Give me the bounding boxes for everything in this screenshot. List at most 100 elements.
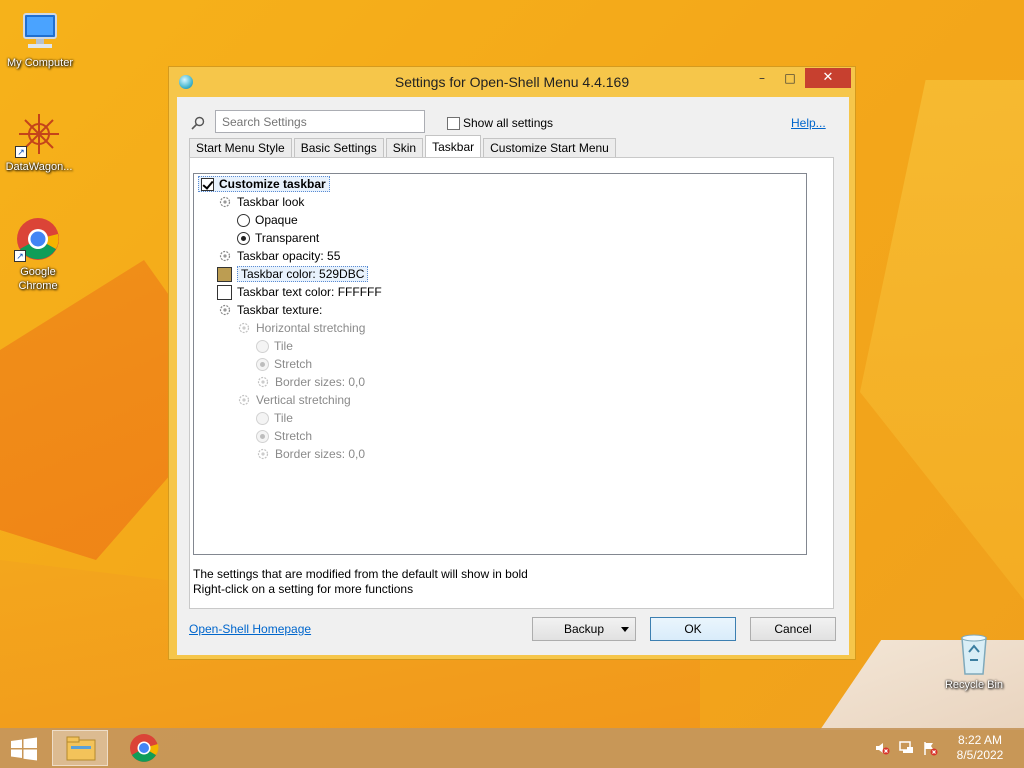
tree-item-label: Taskbar texture: (237, 303, 323, 317)
cancel-button[interactable]: Cancel (750, 617, 836, 641)
tree-item-label: Transparent (255, 231, 320, 245)
tree-item-taskbar-text-color[interactable]: Taskbar text color: FFFFFF (217, 283, 382, 301)
network-icon[interactable] (898, 740, 914, 756)
taskbar: 8:22 AM 8/5/2022 (0, 728, 1024, 768)
shortcut-arrow-icon: ↗ (15, 146, 27, 158)
volume-muted-icon[interactable] (874, 740, 890, 756)
action-center-flag-icon[interactable] (922, 740, 938, 756)
clock-time: 8:22 AM (957, 733, 1003, 747)
desktop-icon-recycle-bin[interactable]: Recycle Bin (934, 630, 1014, 691)
system-clock[interactable]: 8:22 AM 8/5/2022 (948, 733, 1012, 763)
maximize-button[interactable]: □ (777, 68, 803, 88)
tree-item-label: Horizontal stretching (256, 321, 366, 335)
title-bar[interactable]: Settings for Open-Shell Menu 4.4.169 – □… (169, 67, 855, 97)
tree-item-label: Stretch (274, 429, 313, 443)
tree-item-label: Taskbar color: 529DBC (237, 266, 369, 282)
gear-icon (219, 304, 231, 316)
chrome-icon (130, 734, 159, 762)
tree-item-taskbar-look[interactable]: Taskbar look (218, 193, 304, 211)
desktop-icon-my-computer[interactable]: My Computer (0, 8, 80, 69)
tab-taskbar[interactable]: Taskbar (425, 135, 482, 157)
tree-item-label: Border sizes: 0,0 (275, 375, 366, 389)
desktop-icon-google-chrome[interactable]: ↗ Google Chrome (0, 216, 78, 293)
desktop-icon-label: My Computer (6, 57, 74, 69)
color-swatch (217, 266, 232, 282)
info-line: Right-click on a setting for more functi… (193, 582, 414, 596)
radio-off-icon (237, 213, 250, 227)
tree-item-customize-taskbar[interactable]: Customize taskbar (198, 175, 330, 193)
tree-item-label: Tile (274, 339, 293, 353)
search-input[interactable] (215, 110, 425, 133)
radio-on-icon (237, 231, 250, 245)
settings-tree[interactable]: Customize taskbar Taskbar look Opaque Tr… (193, 173, 807, 555)
checkbox-icon (447, 116, 460, 130)
tab-basic-settings[interactable]: Basic Settings (293, 138, 384, 158)
shortcut-arrow-icon: ↗ (14, 250, 26, 262)
taskbar-file-explorer[interactable] (52, 730, 108, 766)
tree-item-label: Taskbar look (237, 195, 305, 209)
chrome-icon: ↗ (14, 216, 62, 262)
desktop-icon-label: Google Chrome (18, 266, 58, 292)
tab-start-menu-style[interactable]: Start Menu Style (189, 138, 292, 158)
windows-logo-icon (11, 737, 37, 761)
tree-item-h-tile[interactable]: Tile (256, 337, 293, 355)
radio-on-icon (256, 429, 269, 443)
checkbox-checked-icon (201, 177, 214, 191)
window-client-area: Show all settings Help... Start Menu Sty… (177, 97, 849, 655)
info-text: The settings that are modified from the … (193, 567, 528, 597)
gear-icon (219, 196, 231, 208)
tree-item-opaque[interactable]: Opaque (237, 211, 298, 229)
tree-item-taskbar-opacity[interactable]: Taskbar opacity: 55 (218, 247, 340, 265)
show-all-settings-checkbox[interactable]: Show all settings (447, 116, 553, 130)
backup-button-label: Backup (563, 622, 605, 636)
tree-item-v-stretch[interactable]: Stretch (256, 427, 312, 445)
tab-skin[interactable]: Skin (385, 138, 424, 158)
radio-on-icon (256, 357, 269, 371)
gear-icon (238, 322, 250, 334)
tree-item-v-border-sizes[interactable]: Border sizes: 0,0 (256, 445, 365, 463)
tree-item-label: Stretch (274, 357, 313, 371)
tree-item-label: Border sizes: 0,0 (275, 447, 366, 461)
tree-item-taskbar-color[interactable]: Taskbar color: 529DBC (217, 265, 369, 283)
tree-item-h-stretch[interactable]: Stretch (256, 355, 312, 373)
tree-item-transparent[interactable]: Transparent (237, 229, 319, 247)
desktop-icon-datawagon[interactable]: ↗ DataWagon... (0, 112, 79, 173)
homepage-link[interactable]: Open-Shell Homepage (189, 622, 311, 636)
start-button[interactable] (10, 737, 38, 761)
desktop-icon-label: DataWagon... (5, 161, 73, 173)
close-icon: ✕ (822, 70, 834, 85)
dropdown-arrow-icon (621, 627, 629, 632)
tree-item-horizontal-stretching[interactable]: Horizontal stretching (237, 319, 365, 337)
info-line: The settings that are modified from the … (193, 567, 528, 581)
minimize-icon: – (759, 71, 765, 85)
show-all-settings-label: Show all settings (463, 116, 554, 130)
backup-button[interactable]: Backup (532, 617, 636, 641)
taskbar-google-chrome[interactable] (116, 730, 172, 766)
ok-button[interactable]: OK (650, 617, 736, 641)
tree-item-label: Taskbar text color: FFFFFF (237, 285, 382, 299)
file-explorer-icon (66, 736, 96, 761)
tab-strip: Start Menu Style Basic Settings Skin Tas… (189, 135, 618, 158)
tree-item-label: Opaque (255, 213, 298, 227)
close-button[interactable]: ✕ (805, 68, 851, 88)
minimize-button[interactable]: – (749, 68, 775, 88)
settings-window: Settings for Open-Shell Menu 4.4.169 – □… (168, 66, 856, 660)
tree-item-vertical-stretching[interactable]: Vertical stretching (237, 391, 351, 409)
maximize-icon: □ (784, 71, 796, 85)
tree-item-label: Vertical stretching (256, 393, 351, 407)
radio-off-icon (256, 339, 269, 353)
gear-icon (219, 250, 231, 262)
tree-item-h-border-sizes[interactable]: Border sizes: 0,0 (256, 373, 365, 391)
wallpaper-shape (860, 80, 1024, 600)
recycle-bin-icon (950, 630, 998, 676)
tree-item-label: Tile (274, 411, 293, 425)
gear-icon (257, 376, 269, 388)
radio-off-icon (256, 411, 269, 425)
tree-item-label: Customize taskbar (219, 177, 326, 191)
clock-date: 8/5/2022 (956, 748, 1004, 762)
tree-item-v-tile[interactable]: Tile (256, 409, 293, 427)
tree-item-taskbar-texture[interactable]: Taskbar texture: (218, 301, 322, 319)
tab-customize-start-menu[interactable]: Customize Start Menu (483, 138, 616, 158)
help-link[interactable]: Help... (791, 116, 826, 130)
computer-icon (16, 8, 64, 54)
